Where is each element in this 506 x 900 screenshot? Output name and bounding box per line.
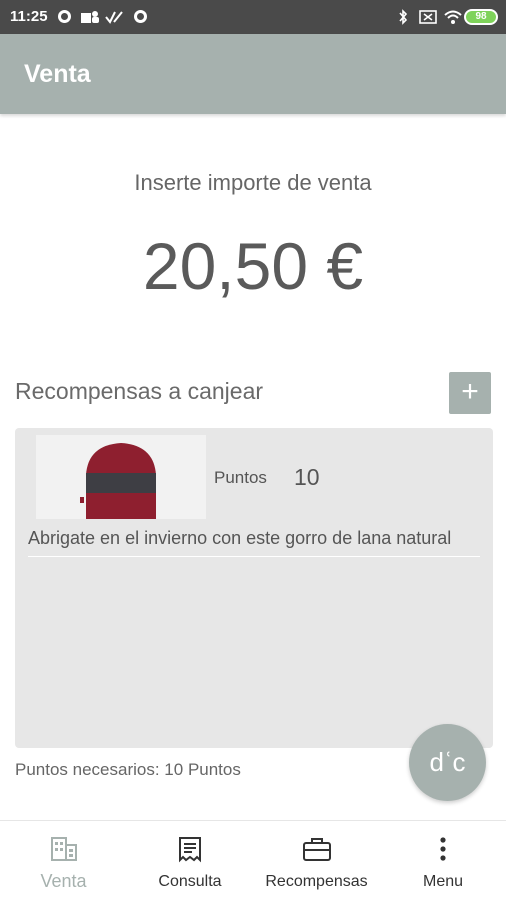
status-time: 11:25: [10, 8, 48, 25]
check-icon: [105, 11, 123, 24]
nav-item-venta[interactable]: Venta: [0, 821, 127, 900]
status-bar: 11:25 98: [0, 0, 506, 34]
reward-description: Abrigate en el invierno con este gorro d…: [28, 528, 452, 548]
amount-input[interactable]: 20,50 €: [0, 228, 506, 304]
required-points-text: Puntos necesarios: 10 Puntos: [15, 760, 241, 779]
page-title: Venta: [24, 60, 91, 88]
building-icon: [50, 837, 77, 861]
reward-item[interactable]: [36, 435, 206, 519]
notification-circle-icon: [58, 10, 71, 23]
more-vert-icon: [440, 837, 446, 861]
rewards-section-title: Recompensas a canjear: [15, 378, 264, 404]
teams-icon: [81, 11, 99, 23]
battery-indicator: 98: [464, 9, 498, 25]
reward-points-value: 10: [294, 464, 320, 490]
bottom-nav: Venta Consulta Recompensas Menu: [0, 820, 506, 900]
nav-item-menu[interactable]: Menu: [380, 821, 506, 900]
reward-points-label: Puntos: [214, 468, 267, 487]
nav-label: Recompensas: [265, 873, 368, 890]
receipt-icon: [179, 837, 201, 863]
divider: [28, 556, 480, 557]
nav-item-consulta[interactable]: Consulta: [127, 821, 253, 900]
nav-label: Venta: [40, 871, 87, 891]
bluetooth-icon: [399, 9, 408, 25]
nav-label: Menu: [422, 873, 464, 890]
nav-item-recompensas[interactable]: Recompensas: [253, 821, 380, 900]
notification-circle-icon: [134, 10, 147, 23]
wifi-icon: [444, 10, 462, 24]
amount-prompt: Inserte importe de venta: [134, 170, 372, 195]
add-reward-button[interactable]: +: [449, 372, 491, 414]
app-bar: Venta: [0, 34, 506, 114]
logo-fab-button[interactable]: dʿc: [409, 724, 486, 801]
wool-hat-image: [80, 443, 156, 519]
rewards-list: Puntos 10 Abrigate en el invierno con es…: [15, 428, 493, 748]
briefcase-icon: [302, 838, 331, 861]
no-sim-icon: [419, 10, 437, 24]
nav-label: Consulta: [158, 873, 222, 890]
